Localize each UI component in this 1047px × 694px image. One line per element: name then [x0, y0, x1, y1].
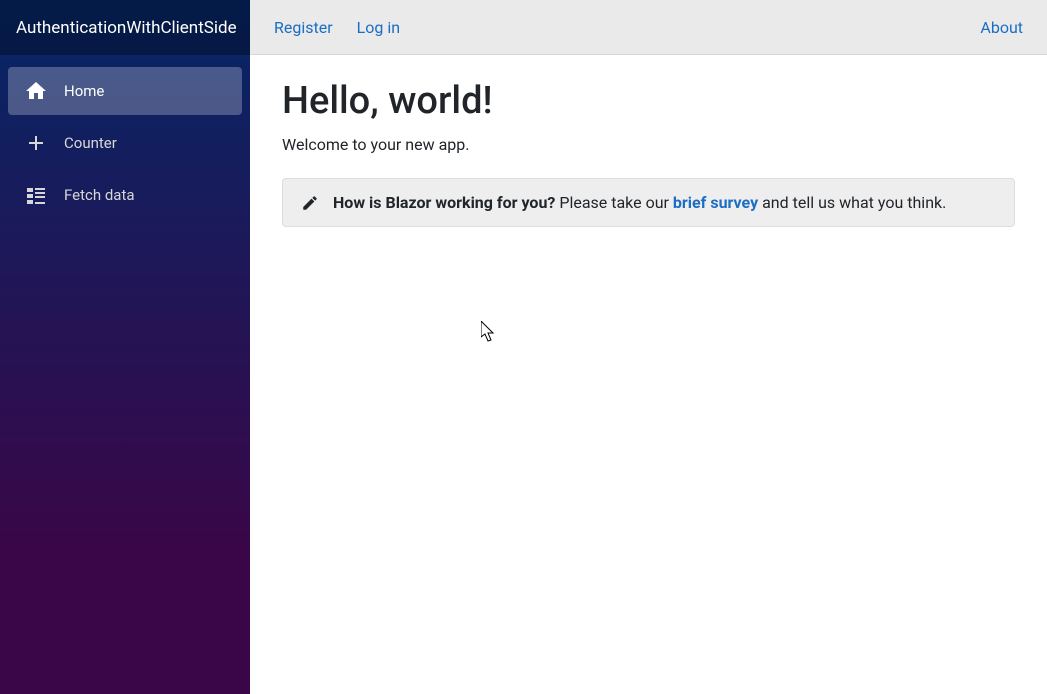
sidebar-nav: Home Counter Fetch data — [0, 55, 250, 231]
register-link[interactable]: Register — [274, 18, 333, 37]
top-row-left: Register Log in — [274, 18, 400, 37]
home-icon — [24, 79, 48, 103]
sidebar-item-home[interactable]: Home — [8, 67, 242, 115]
list-icon — [24, 183, 48, 207]
survey-prompt: How is Blazor working for you? Please ta… — [282, 178, 1015, 227]
survey-text: How is Blazor working for you? Please ta… — [333, 193, 946, 212]
sidebar-item-counter[interactable]: Counter — [8, 119, 242, 167]
sidebar-item-label: Counter — [64, 134, 117, 152]
about-link[interactable]: About — [980, 18, 1023, 37]
sidebar: AuthenticationWithClientSide Home Counte… — [0, 0, 250, 694]
sidebar-item-label: Home — [64, 82, 104, 100]
sidebar-item-label: Fetch data — [64, 186, 135, 204]
survey-suffix: and tell us what you think. — [758, 193, 946, 212]
survey-link[interactable]: brief survey — [673, 193, 758, 212]
page-heading: Hello, world! — [282, 79, 1015, 123]
welcome-text: Welcome to your new app. — [282, 135, 1015, 154]
survey-question: How is Blazor working for you? — [333, 193, 555, 212]
top-row-right: About — [980, 18, 1023, 37]
pencil-icon — [301, 194, 319, 212]
survey-prefix: Please take our — [555, 193, 673, 212]
plus-icon — [24, 131, 48, 155]
sidebar-brand[interactable]: AuthenticationWithClientSide — [0, 0, 250, 55]
top-row: Register Log in About — [250, 0, 1047, 55]
sidebar-item-fetch-data[interactable]: Fetch data — [8, 171, 242, 219]
login-link[interactable]: Log in — [357, 18, 400, 37]
page-content: Hello, world! Welcome to your new app. H… — [250, 55, 1047, 251]
main-area: Register Log in About Hello, world! Welc… — [250, 0, 1047, 694]
